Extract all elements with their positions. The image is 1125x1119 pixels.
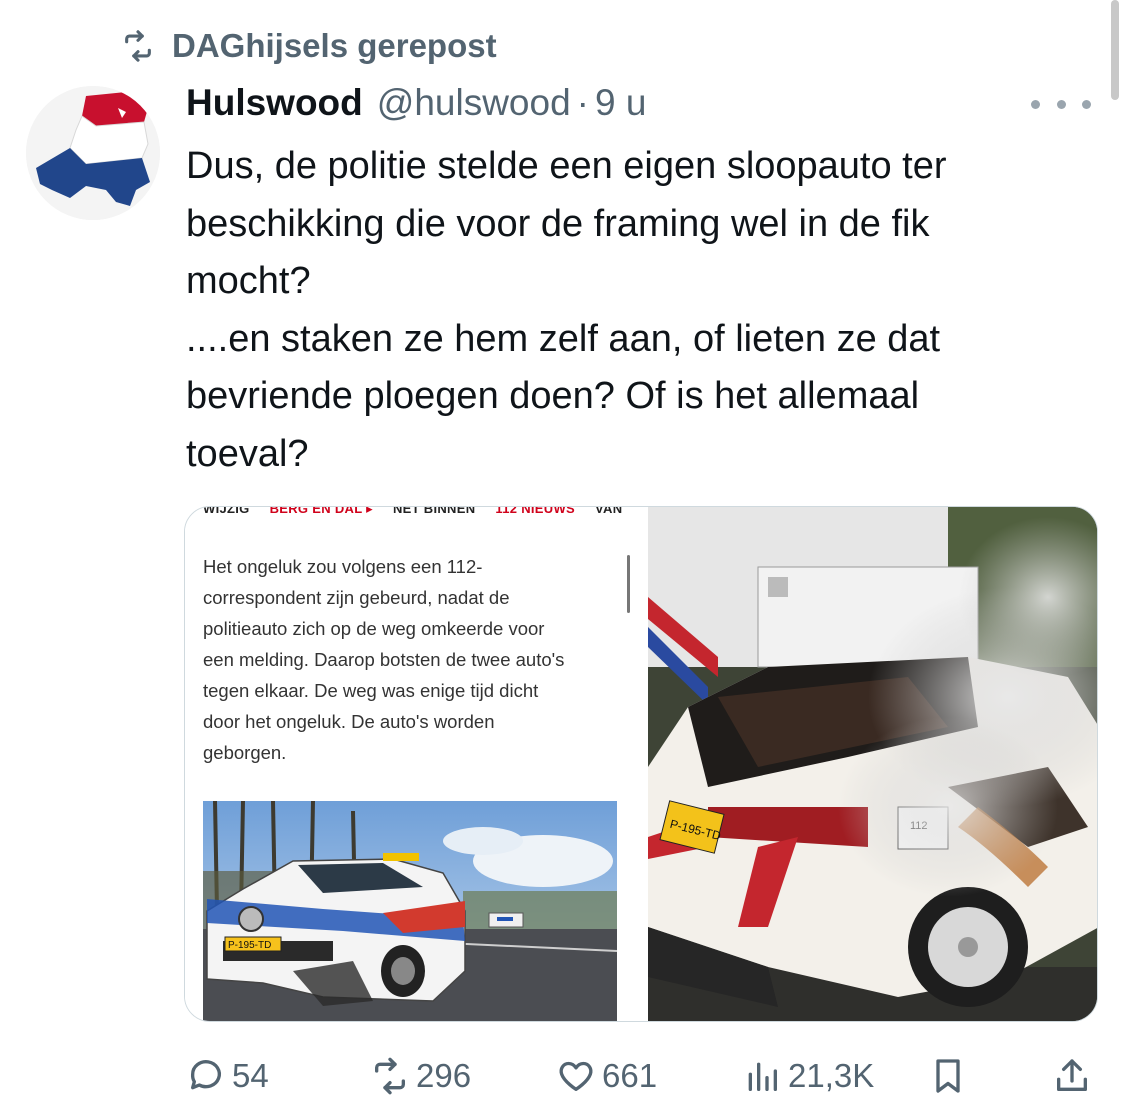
tweet-line: toeval? <box>186 432 309 475</box>
article-screenshot[interactable]: WIJZIG BERG EN DAL ▸ NET BINNEN 112 NIEU… <box>185 506 645 1021</box>
burned-police-car-photo[interactable]: P-195-TD 112 <box>648 507 1097 1021</box>
reply-button[interactable]: 54 <box>186 1046 269 1106</box>
article-line: door het ongeluk. De auto's worden <box>203 711 495 732</box>
repost-label: DAGhijsels gerepost <box>172 27 497 64</box>
like-icon <box>559 1061 593 1091</box>
avatar[interactable] <box>26 86 160 220</box>
like-count: 661 <box>602 1057 658 1094</box>
repost-icon <box>375 1057 405 1095</box>
tweet-line: mocht? <box>186 260 311 302</box>
timestamp[interactable]: 9 u <box>595 82 646 124</box>
article-line: Het ongeluk zou volgens een 112- <box>203 556 483 577</box>
views-button[interactable]: 21,3K <box>742 1046 874 1106</box>
article-line: een melding. Daarop botsten de twee auto… <box>203 649 565 670</box>
article-line: politieauto zich op de weg omkeerde voor <box>203 618 545 639</box>
crashed-police-car-photo: P-195-TD <box>203 801 617 1021</box>
handle[interactable]: @hulswood <box>377 82 571 124</box>
article-text: Het ongeluk zou volgens een 112- corresp… <box>203 551 623 768</box>
nav-item: NET BINNEN <box>392 506 476 516</box>
reply-count: 54 <box>232 1057 269 1094</box>
repost-count: 296 <box>416 1057 472 1094</box>
separator: · <box>576 82 589 123</box>
nav-item: 112 NIEUWS <box>495 506 575 516</box>
media-grid[interactable]: WIJZIG BERG EN DAL ▸ NET BINNEN 112 NIEU… <box>184 506 1098 1022</box>
tweet-header: Hulswood @hulswood · 9 u <box>186 82 646 130</box>
views-icon <box>748 1062 777 1091</box>
article-nav: WIJZIG BERG EN DAL ▸ NET BINNEN 112 NIEU… <box>203 506 643 521</box>
reply-icon <box>190 1060 221 1090</box>
views-count: 21,3K <box>788 1057 875 1094</box>
display-name[interactable]: Hulswood <box>186 82 363 124</box>
article-line: geborgen. <box>203 742 287 763</box>
share-button[interactable] <box>1052 1046 1098 1106</box>
plate-text: P-195-TD <box>228 940 271 951</box>
tweet-line: ....en staken ze hem zelf aan, of lieten… <box>186 317 941 360</box>
tweet-text: Dus, de politie stelde een eigen sloopau… <box>186 138 1096 483</box>
nav-item: WIJZIG <box>203 506 250 516</box>
nav-item: BERG EN DAL ▸ <box>269 506 373 516</box>
scrollbar[interactable] <box>1111 0 1119 100</box>
bookmark-button[interactable] <box>928 1046 974 1106</box>
bookmark-icon <box>936 1059 960 1093</box>
article-line: tegen elkaar. De weg was enige tijd dich… <box>203 680 539 701</box>
nav-item: VAN <box>595 506 623 516</box>
action-bar: 54 296 661 21,3K <box>0 1046 1125 1106</box>
tweet-line: bevriende ploegen doen? Of is het allema… <box>186 375 920 417</box>
repost-button[interactable]: 296 <box>370 1046 471 1106</box>
article-line: correspondent zijn gebeurd, nadat de <box>203 587 510 608</box>
tweet-line: beschikking die voor de framing wel in d… <box>186 202 930 245</box>
netherlands-map-flag-icon <box>26 86 160 220</box>
repost-icon <box>125 30 151 62</box>
like-button[interactable]: 661 <box>556 1046 657 1106</box>
tweet-line: Dus, de politie stelde een eigen sloopau… <box>186 145 947 187</box>
share-icon <box>1057 1059 1087 1091</box>
article-scrollbar <box>627 555 630 613</box>
repost-indicator[interactable]: DAGhijsels gerepost <box>118 26 497 66</box>
more-options-icon[interactable] <box>1031 94 1091 114</box>
